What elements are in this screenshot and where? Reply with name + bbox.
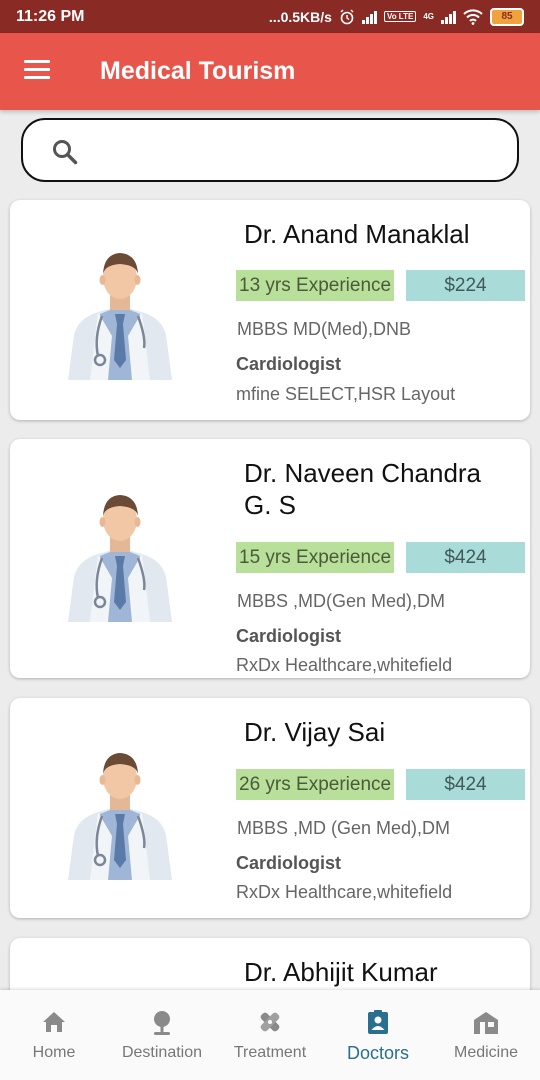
status-icons: ...0.5KB/s Vo LTE 4G 85 (268, 7, 524, 26)
bandage-icon (260, 1012, 280, 1032)
doctor-name: Dr. Abhijit Kumar (244, 957, 438, 987)
app-bar: Medical Tourism (0, 33, 540, 110)
clipboard-person-icon (368, 1010, 388, 1034)
nav-label-destination: Destination (121, 1044, 203, 1061)
volte-icon: Vo LTE (383, 11, 417, 22)
signal-1-icon (361, 10, 377, 24)
doctor-specialty: Cardiologist (236, 354, 342, 374)
doctor-name: Dr. Naveen Chandra G. S (244, 458, 482, 520)
home-icon (43, 1012, 65, 1032)
wifi-icon (463, 8, 483, 25)
experience-badge: 15 yrs Experience (236, 542, 394, 573)
doctor-specialty: Cardiologist (236, 853, 342, 873)
pharmacy-icon (474, 1012, 498, 1034)
doctor-hospital: RxDx Healthcare,whitefield (236, 655, 453, 675)
doctor-card[interactable]: Dr. Vijay Sai 26 yrs Experience $424 MBB… (10, 698, 530, 918)
hamburger-menu-icon[interactable] (24, 60, 52, 82)
doctor-degree: MBBS MD(Med),DNB (237, 319, 412, 339)
status-bar: 11:26 PM ...0.5KB/s Vo LTE 4G 85 (0, 0, 540, 33)
search-icon[interactable] (51, 138, 79, 166)
bottom-navigation: Home Destination Treatment Doctors Medic… (0, 990, 540, 1080)
nav-label-home: Home (32, 1044, 76, 1061)
doctor-degree: MBBS ,MD (Gen Med),DM (237, 818, 451, 838)
nav-item-doctors[interactable]: Doctors (324, 990, 432, 1080)
doctor-hospital: mfine SELECT,HSR Layout (236, 384, 456, 404)
doctor-degree: MBBS ,MD(Gen Med),DM (237, 591, 446, 611)
status-time: 11:26 PM (16, 7, 85, 25)
search-input[interactable] (93, 132, 497, 170)
app-title: Medical Tourism (100, 57, 296, 85)
nav-item-home[interactable]: Home (0, 990, 108, 1080)
signal-2-icon (441, 10, 456, 24)
doctor-hospital: RxDx Healthcare,whitefield (236, 882, 453, 902)
doctor-name: Dr. Vijay Sai (244, 717, 386, 747)
doctor-card[interactable]: Dr. Naveen Chandra G. S 15 yrs Experienc… (10, 439, 530, 678)
nav-label-medicine: Medicine (453, 1044, 519, 1061)
experience-badge: 13 yrs Experience (236, 270, 394, 301)
nav-item-medicine[interactable]: Medicine (432, 990, 540, 1080)
search-bar[interactable] (21, 118, 519, 182)
price-badge: $424 (406, 769, 525, 800)
network-speed: ...0.5KB/s (268, 8, 332, 25)
network-4g-label: 4G (423, 12, 434, 21)
doctor-name: Dr. Anand Manaklal (244, 219, 470, 249)
price-badge: $224 (406, 270, 525, 301)
doctor-card[interactable]: Dr. Anand Manaklal 13 yrs Experience $22… (10, 200, 530, 420)
price-badge: $424 (406, 542, 525, 573)
doctor-avatar (66, 251, 174, 380)
doctor-avatar (66, 751, 174, 880)
location-pin-icon (154, 1011, 170, 1035)
doctor-avatar (66, 493, 174, 622)
nav-label-treatment: Treatment (233, 1044, 307, 1061)
experience-badge: 26 yrs Experience (236, 769, 394, 800)
doctor-specialty: Cardiologist (236, 626, 342, 646)
nav-label-doctors: Doctors (346, 1043, 409, 1063)
battery-icon: 85 (490, 7, 524, 26)
nav-item-destination[interactable]: Destination (108, 990, 216, 1080)
alarm-icon (340, 9, 354, 24)
nav-item-treatment[interactable]: Treatment (216, 990, 324, 1080)
